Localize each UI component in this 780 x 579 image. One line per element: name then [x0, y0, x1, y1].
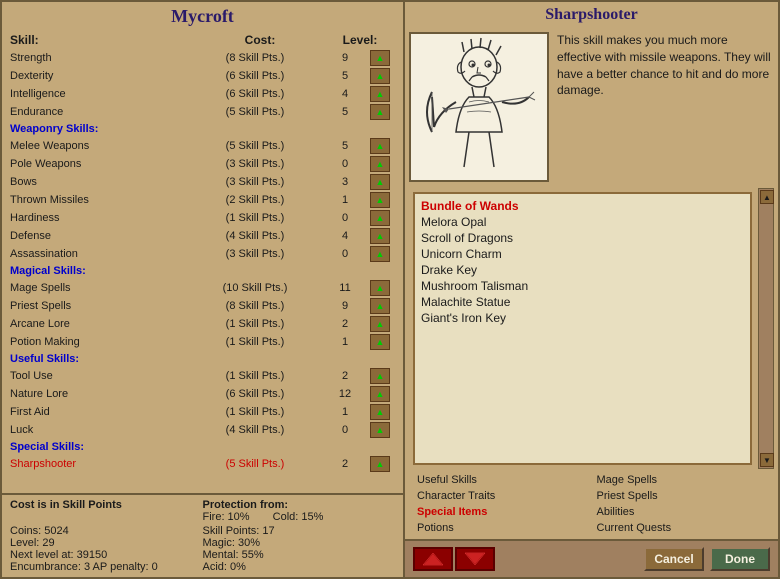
increase-defense-btn[interactable]: ▲ [370, 228, 390, 244]
skill-row: Defense (4 Skill Pts.) 4 ▲ [6, 227, 399, 245]
cost-note: Cost is in Skill Points [10, 499, 203, 523]
increase-pole-btn[interactable]: ▲ [370, 156, 390, 172]
increase-bows-btn[interactable]: ▲ [370, 174, 390, 190]
skill-title: Sharpshooter [405, 2, 778, 28]
prev-arrow-btn[interactable] [413, 547, 453, 571]
bottom-info: Cost is in Skill Points Protection from:… [2, 493, 403, 577]
nav-arrows [413, 547, 495, 571]
list-item[interactable]: Mushroom Talisman [419, 278, 746, 294]
cost-col-header: Cost: [190, 33, 330, 47]
skill-row: Priest Spells (8 Skill Pts.) 9 ▲ [6, 297, 399, 315]
increase-thrown-btn[interactable]: ▲ [370, 192, 390, 208]
weaponry-skills-header: Weaponry Skills: [6, 121, 399, 137]
increase-mage-btn[interactable]: ▲ [370, 280, 390, 296]
tab-priest-spells[interactable]: Priest Spells [593, 489, 771, 503]
skill-row: Dexterity (6 Skill Pts.) 5 ▲ [6, 67, 399, 85]
list-item[interactable]: Bundle of Wands [419, 198, 746, 214]
list-item[interactable]: Unicorn Charm [419, 246, 746, 262]
skill-row: Potion Making (1 Skill Pts.) 1 ▲ [6, 333, 399, 351]
list-item[interactable]: Melora Opal [419, 214, 746, 230]
skill-row: Luck (4 Skill Pts.) 0 ▲ [6, 421, 399, 439]
skill-row: Bows (3 Skill Pts.) 3 ▲ [6, 173, 399, 191]
done-button[interactable]: Done [710, 547, 770, 571]
skill-row: Pole Weapons (3 Skill Pts.) 0 ▲ [6, 155, 399, 173]
increase-strength-btn[interactable]: ▲ [370, 50, 390, 66]
tab-potions[interactable]: Potions [413, 521, 591, 535]
skill-image [409, 32, 549, 182]
skill-row: Arcane Lore (1 Skill Pts.) 2 ▲ [6, 315, 399, 333]
left-panel: Mycroft Skill: Cost: Level: Strength (8 … [0, 0, 405, 579]
skill-row: Intelligence (6 Skill Pts.) 4 ▲ [6, 85, 399, 103]
tab-abilities[interactable]: Abilities [593, 505, 771, 519]
list-item[interactable]: Drake Key [419, 262, 746, 278]
skill-row: Strength (8 Skill Pts.) 9 ▲ [6, 49, 399, 67]
skill-description: This skill makes you much more effective… [557, 32, 774, 184]
skill-row: Tool Use (1 Skill Pts.) 2 ▲ [6, 367, 399, 385]
useful-skills-header: Useful Skills: [6, 351, 399, 367]
increase-firstaid-btn[interactable]: ▲ [370, 404, 390, 420]
increase-naturelore-btn[interactable]: ▲ [370, 386, 390, 402]
skill-row: Hardiness (1 Skill Pts.) 0 ▲ [6, 209, 399, 227]
skill-row: Endurance (5 Skill Pts.) 5 ▲ [6, 103, 399, 121]
skill-row: Mage Spells (10 Skill Pts.) 11 ▲ [6, 279, 399, 297]
skill-info-area: This skill makes you much more effective… [405, 28, 778, 188]
tab-character-traits[interactable]: Character Traits [413, 489, 591, 503]
increase-luck-btn[interactable]: ▲ [370, 422, 390, 438]
right-panel: Sharpshooter [405, 0, 780, 579]
increase-tooluse-btn[interactable]: ▲ [370, 368, 390, 384]
list-item[interactable]: Scroll of Dragons [419, 230, 746, 246]
increase-dexterity-btn[interactable]: ▲ [370, 68, 390, 84]
increase-priest-btn[interactable]: ▲ [370, 298, 390, 314]
skill-row: Nature Lore (6 Skill Pts.) 12 ▲ [6, 385, 399, 403]
char-stats-left: Coins: 5024 Level: 29 Next level at: 391… [10, 525, 203, 573]
magical-skills-header: Magical Skills: [6, 263, 399, 279]
cancel-button[interactable]: Cancel [644, 547, 704, 571]
scroll-up-btn[interactable]: ▲ [760, 190, 774, 204]
next-arrow-btn[interactable] [455, 547, 495, 571]
skill-row: Melee Weapons (5 Skill Pts.) 5 ▲ [6, 137, 399, 155]
scroll-down-btn[interactable]: ▼ [760, 453, 774, 467]
skill-col-header: Skill: [10, 33, 190, 47]
skill-row: First Aid (1 Skill Pts.) 1 ▲ [6, 403, 399, 421]
protection-info: Protection from: Fire: 10% Cold: 15% [203, 499, 396, 523]
increase-melee-btn[interactable]: ▲ [370, 138, 390, 154]
skills-list: Strength (8 Skill Pts.) 9 ▲ Dexterity (6… [2, 49, 403, 493]
list-item[interactable]: Malachite Statue [419, 294, 746, 310]
increase-potion-btn[interactable]: ▲ [370, 334, 390, 350]
skill-row-sharpshooter: Sharpshooter (5 Skill Pts.) 2 ▲ [6, 455, 399, 473]
skill-row: Assassination (3 Skill Pts.) 0 ▲ [6, 245, 399, 263]
increase-sharpshooter-btn[interactable]: ▲ [370, 456, 390, 472]
tab-special-items[interactable]: Special Items [413, 505, 591, 519]
skill-row: Thrown Missiles (2 Skill Pts.) 1 ▲ [6, 191, 399, 209]
tab-current-quests[interactable]: Current Quests [593, 521, 771, 535]
tab-mage-spells[interactable]: Mage Spells [593, 473, 771, 487]
level-col-header: Level: [330, 33, 390, 47]
items-list[interactable]: Bundle of Wands Melora Opal Scroll of Dr… [413, 192, 752, 465]
special-skills-header: Special Skills: [6, 439, 399, 455]
items-section: Bundle of Wands Melora Opal Scroll of Dr… [409, 188, 774, 469]
protection-details: Skill Points: 17 Magic: 30% Mental: 55% … [203, 525, 396, 573]
increase-intelligence-btn[interactable]: ▲ [370, 86, 390, 102]
bottom-buttons: Cancel Done [405, 539, 778, 577]
tab-useful-skills[interactable]: Useful Skills [413, 473, 591, 487]
tabs-area: Useful Skills Mage Spells Character Trai… [405, 469, 778, 539]
skills-header: Skill: Cost: Level: [2, 31, 403, 49]
character-title: Mycroft [2, 2, 403, 31]
increase-arcane-btn[interactable]: ▲ [370, 316, 390, 332]
increase-endurance-btn[interactable]: ▲ [370, 104, 390, 120]
list-item[interactable]: Giant's Iron Key [419, 310, 746, 326]
increase-hardiness-btn[interactable]: ▲ [370, 210, 390, 226]
increase-assassination-btn[interactable]: ▲ [370, 246, 390, 262]
